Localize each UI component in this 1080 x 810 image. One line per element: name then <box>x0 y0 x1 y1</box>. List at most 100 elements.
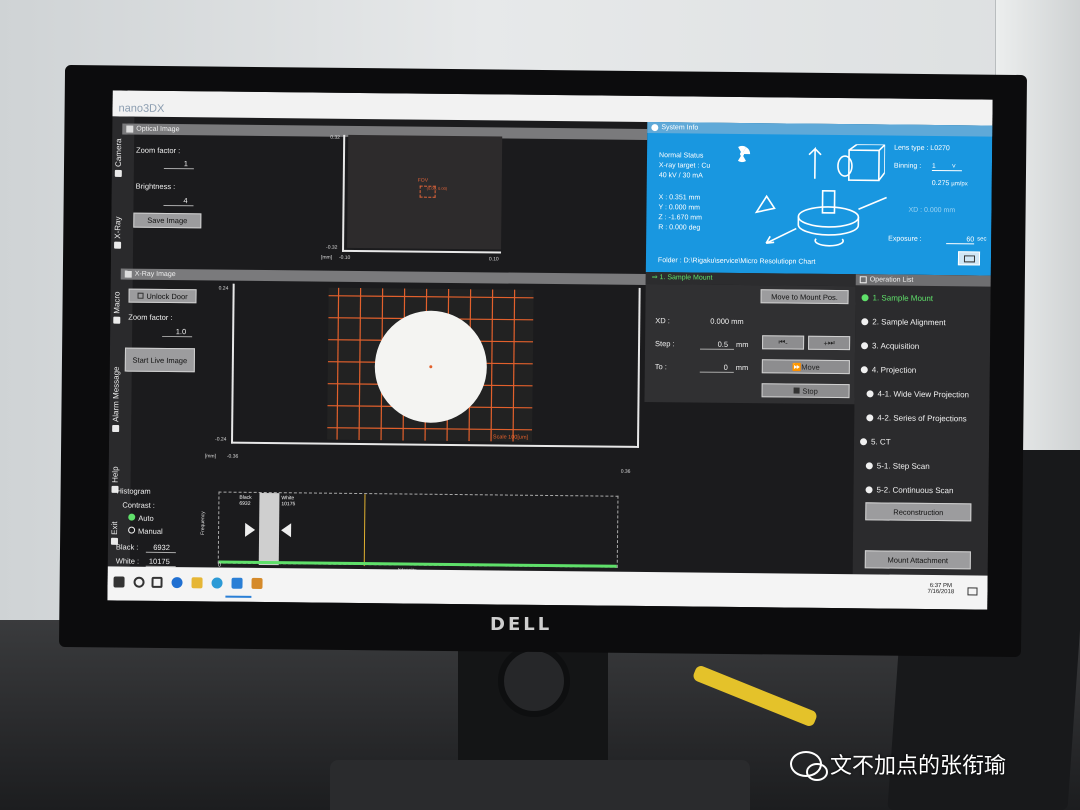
xray-unit: [mm] <box>204 453 217 460</box>
nav-macro[interactable]: Macro <box>112 291 122 324</box>
nav-alarm[interactable]: Alarm Message <box>111 366 121 433</box>
folder-icon[interactable] <box>191 577 203 589</box>
manual-radio[interactable]: Manual <box>128 526 163 536</box>
xray-zoom-label: Zoom factor : <box>128 312 173 323</box>
scale-label: Scale 100[um] <box>492 434 529 441</box>
power-text: 40 kV / 30 mA <box>658 172 703 180</box>
xray-icon <box>124 270 132 278</box>
op-ct[interactable]: 5. CT <box>860 437 891 447</box>
radio-selected-icon <box>128 513 136 521</box>
alarm-icon <box>112 424 120 433</box>
fast-forward-icon: ⏩ <box>791 362 802 372</box>
white-label: White : <box>115 556 140 566</box>
op-acquisition[interactable]: 3. Acquisition <box>861 341 919 351</box>
optical-tick-right: 0.10 <box>488 256 499 263</box>
histogram-mean-line <box>363 494 366 567</box>
macro-icon <box>113 316 121 324</box>
black-label: Black : <box>115 542 139 552</box>
xray-tick-bottom: -0.24 <box>215 436 227 443</box>
xray-tick-right: 0.36 <box>620 468 631 475</box>
step-unit: mm <box>736 339 749 350</box>
optical-unit: [mm] <box>320 254 333 261</box>
white-handle[interactable] <box>281 523 292 538</box>
stop-button[interactable]: Stop <box>761 383 850 399</box>
histogram-range <box>258 492 280 566</box>
nav-xray[interactable]: X-Ray <box>113 216 122 249</box>
xray-zoom-field[interactable]: 1.0 <box>162 326 193 338</box>
op-sample-alignment[interactable]: 2. Sample Alignment <box>861 317 946 327</box>
move-button[interactable]: ⏩ Move <box>761 359 850 375</box>
to-field[interactable]: 0 <box>699 362 734 373</box>
search-icon[interactable] <box>133 576 145 588</box>
fov-coords: (0.00, 0.00) <box>426 185 448 191</box>
op-projection[interactable]: 4. Projection <box>860 365 916 375</box>
auto-radio[interactable]: Auto <box>128 513 154 523</box>
op-continuous-scan[interactable]: 5-2. Continuous Scan <box>865 485 954 495</box>
task-view-icon[interactable] <box>151 576 163 588</box>
move-to-mount-button[interactable]: Move to Mount Pos. <box>760 289 849 305</box>
optical-x-axis <box>342 249 502 254</box>
black-handle[interactable] <box>245 522 256 537</box>
series-icon <box>866 414 874 422</box>
reconstruction-button[interactable]: Reconstruction <box>865 502 972 522</box>
op-series[interactable]: 4-2. Series of Projections <box>866 413 967 423</box>
op-sample-mount[interactable]: 1. Sample Mount <box>861 293 933 303</box>
radio-icon <box>128 526 136 534</box>
op-step-scan[interactable]: 5-1. Step Scan <box>865 461 930 471</box>
nav-exit[interactable]: Exit <box>110 521 119 545</box>
binning-label: Binning : <box>893 162 922 170</box>
pixel-size: 0.275 µm/px <box>931 179 968 188</box>
app2-icon[interactable] <box>251 577 263 590</box>
histogram-baseline <box>218 560 617 568</box>
optical-zoom-field[interactable]: 1 <box>163 158 194 170</box>
folder-icon <box>963 255 976 263</box>
notification-icon[interactable] <box>967 587 978 596</box>
xd-value: 0.000 mm <box>710 316 744 327</box>
xd-label: XD : <box>655 316 670 326</box>
eye-icon <box>861 342 869 350</box>
nav-camera[interactable]: Camera <box>114 138 123 177</box>
step-field[interactable]: 0.5 <box>700 339 735 350</box>
exposure-label: Exposure : <box>888 235 922 243</box>
black-field[interactable]: 6932 <box>145 542 176 554</box>
monitor-base <box>330 760 750 810</box>
binning-select[interactable]: 1 ˅ <box>931 162 962 172</box>
operation-list: Operation List 1. Sample Mount 2. Sample… <box>852 274 991 576</box>
brightness-field[interactable]: 4 <box>163 195 194 207</box>
xray-right-border <box>636 287 641 448</box>
screen: nano3DX Camera X-Ray Macro Alarm Message… <box>107 90 993 610</box>
exposure-field[interactable]: 60 <box>946 236 975 245</box>
histogram-label: Histogram <box>116 486 151 496</box>
chevron-down-icon: ˅ <box>951 163 956 171</box>
mount-attachment-button[interactable]: Mount Attachment <box>864 550 971 570</box>
start-live-image-button[interactable]: Start Live Image <box>124 347 195 373</box>
system-info-panel: System Info Normal Status X-ray target :… <box>645 122 993 276</box>
save-image-button[interactable]: Save Image <box>133 212 202 229</box>
optical-zoom-label: Zoom factor : <box>136 145 181 156</box>
image-icon <box>860 366 868 374</box>
step-plus-button[interactable]: + ⏭ <box>808 335 851 351</box>
step-minus-button[interactable]: ⏮ - <box>762 335 805 350</box>
cable-hole <box>498 645 570 717</box>
op-wide-view[interactable]: 4-1. Wide View Projection <box>866 389 969 399</box>
edge-icon[interactable] <box>171 577 183 589</box>
xray-tick-top: 0.24 <box>218 285 229 292</box>
r-readout: R : 0.000 deg <box>658 224 701 232</box>
clock[interactable]: 6:37 PM 7/16/2018 <box>927 583 954 595</box>
nano3dx-icon[interactable] <box>231 577 243 589</box>
unlock-door-button[interactable]: Unlock Door <box>128 288 197 304</box>
windows-icon[interactable] <box>113 576 125 588</box>
y-readout: Y : 0.000 mm <box>658 204 701 212</box>
brightness-label: Brightness : <box>135 181 176 192</box>
detector-icon <box>837 143 886 182</box>
xd-readout: XD : 0.000 mm <box>908 206 956 215</box>
white-marker-label: White 10175 <box>281 495 296 508</box>
app-icon[interactable] <box>211 577 223 589</box>
z-readout: Z : -1.670 mm <box>658 214 703 222</box>
watermark: 文不加点的张衔瑜 <box>790 748 1006 781</box>
system-info-header: System Info <box>647 122 993 137</box>
folder-button[interactable] <box>957 251 981 266</box>
side-nav: Camera X-Ray Macro Alarm Message Help Ex… <box>107 116 135 567</box>
xray-panel-header: X-Ray Image <box>120 268 646 285</box>
white-field[interactable]: 10175 <box>145 556 176 568</box>
